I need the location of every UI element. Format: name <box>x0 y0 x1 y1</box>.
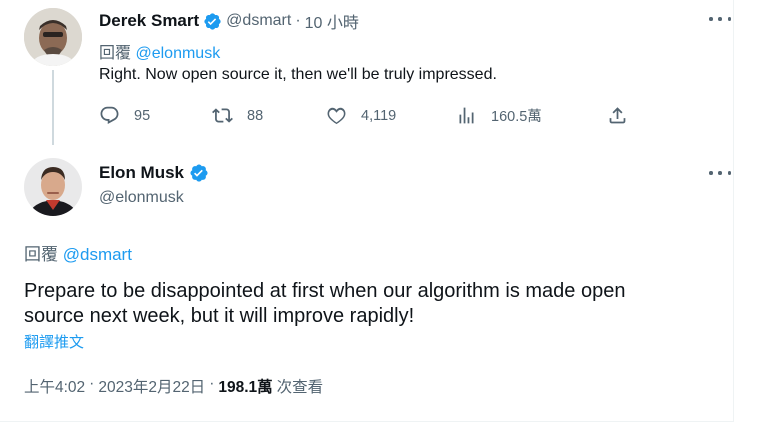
main-tweet-text: Prepare to be disappointed at first when… <box>24 279 625 329</box>
retweet-button[interactable]: 88 <box>212 105 263 126</box>
retweet-count: 88 <box>247 107 264 124</box>
like-count: 4,119 <box>361 107 397 124</box>
tweet-time[interactable]: 上午4:02 <box>24 375 85 397</box>
tweet-text-line: Prepare to be disappointed at first when… <box>24 280 626 302</box>
translate-link[interactable]: 翻譯推文 <box>24 331 84 352</box>
like-button[interactable]: 4,119 <box>326 105 396 126</box>
reply-context: 回覆 @dsmart <box>24 240 132 265</box>
reply-tweet-text: Right. Now open source it, then we'll be… <box>99 66 497 83</box>
reply-count: 95 <box>134 107 151 124</box>
main-tweet-author: Elon Musk <box>99 163 209 183</box>
share-button[interactable] <box>607 105 628 126</box>
tweet-metadata: 上午4:02 · 2023年2月22日 · 198.1萬 次查看 <box>24 375 323 397</box>
reply-tweet-header: Derek Smart @dsmart · 10 小時 <box>99 9 359 33</box>
reply-label: 回覆 <box>99 45 132 62</box>
views-count[interactable]: 198.1萬 <box>218 375 272 397</box>
more-icon[interactable] <box>709 14 731 24</box>
tweet-thread-frame <box>0 0 734 422</box>
tweet-text-line: source next week, but it will improve ra… <box>24 305 415 327</box>
reply-to-mention[interactable]: @elonmusk <box>135 45 220 62</box>
dot-separator: · <box>295 12 301 29</box>
thread-connector-line <box>52 70 54 145</box>
reply-label: 回覆 <box>24 245 58 264</box>
author-handle[interactable]: @elonmusk <box>99 189 184 207</box>
retweet-icon <box>212 108 233 123</box>
like-icon <box>327 107 346 125</box>
tweet-time[interactable]: 10 小時 <box>305 9 359 33</box>
dot-separator: · <box>89 375 95 392</box>
author-name[interactable]: Elon Musk <box>99 163 184 183</box>
author-handle[interactable]: @dsmart <box>226 12 291 30</box>
tweet-date[interactable]: 2023年2月22日 <box>98 375 205 397</box>
views-icon <box>459 107 474 124</box>
views-label: 次查看 <box>276 379 324 396</box>
dot-separator: · <box>209 375 215 392</box>
verified-badge-icon <box>203 12 222 31</box>
verified-badge-icon <box>189 163 209 183</box>
avatar-elon[interactable] <box>24 158 82 216</box>
views-button[interactable]: 160.5萬 <box>456 105 542 126</box>
views-count: 160.5萬 <box>491 109 542 125</box>
reply-button[interactable]: 95 <box>99 105 150 126</box>
share-icon <box>609 107 626 124</box>
author-name[interactable]: Derek Smart <box>99 11 199 31</box>
reply-to-mention[interactable]: @dsmart <box>63 245 132 264</box>
avatar-derek[interactable] <box>24 8 82 66</box>
reply-icon <box>100 106 119 124</box>
reply-context: 回覆 @elonmusk <box>99 39 220 63</box>
more-icon[interactable] <box>709 168 731 178</box>
